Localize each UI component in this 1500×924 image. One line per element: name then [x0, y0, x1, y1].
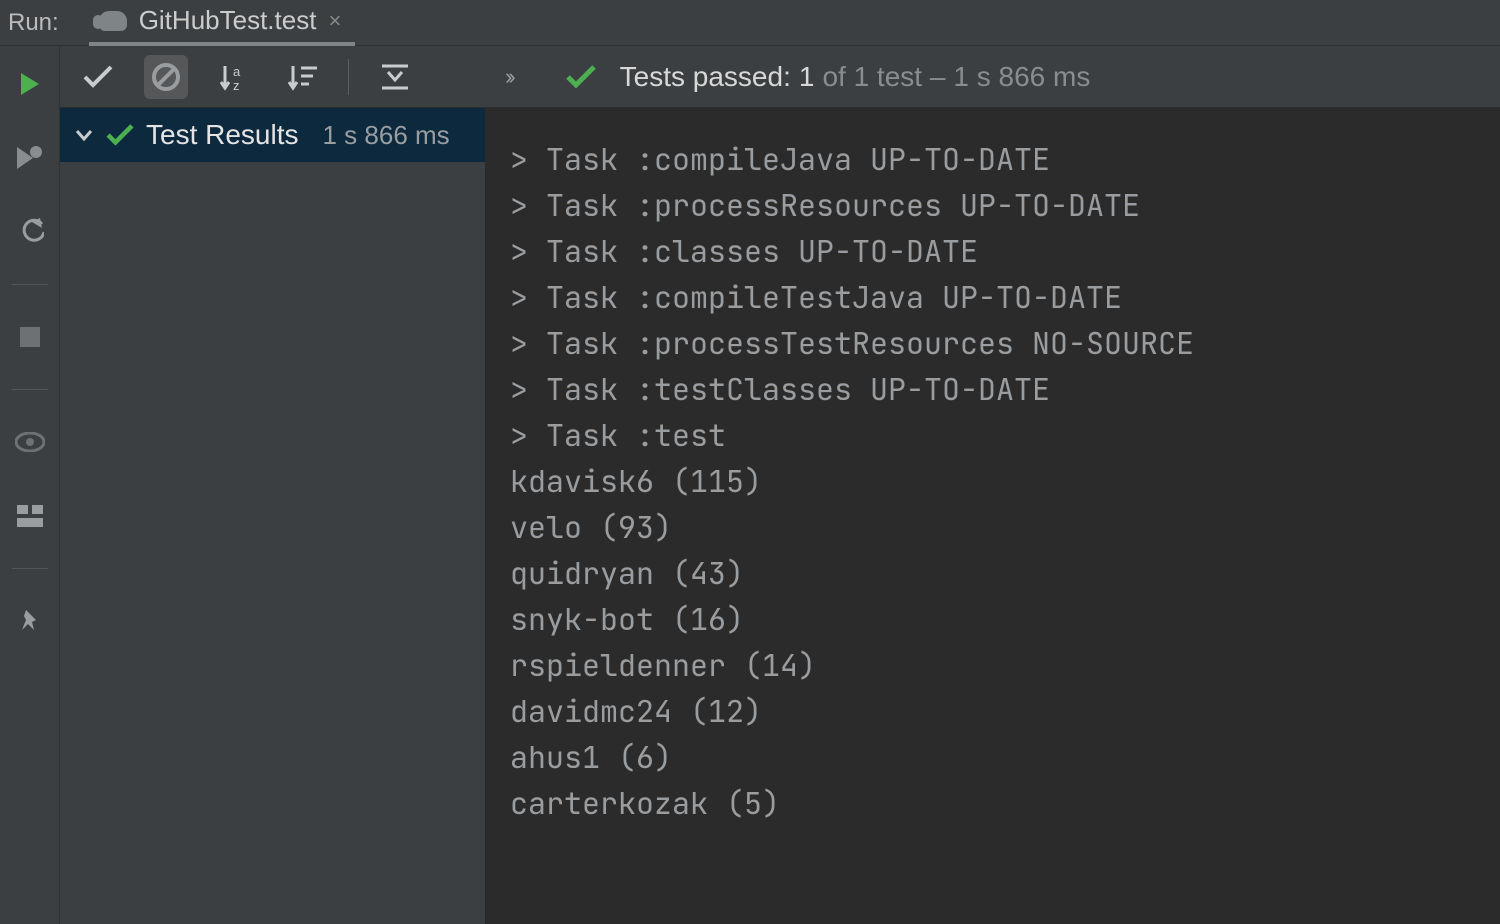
gutter-divider — [12, 568, 48, 569]
status-mid: of 1 test – — [822, 61, 945, 93]
run-label: Run: — [8, 9, 59, 37]
layout-button[interactable] — [8, 494, 52, 538]
test-status: Tests passed: 1 of 1 test – 1 s 866 ms — [620, 61, 1091, 93]
run-tab[interactable]: GitHubTest.test × — [89, 0, 356, 46]
sort-alphabetically-button[interactable]: az — [212, 55, 256, 99]
console-output[interactable]: > Task :compileJava UP-TO-DATE > Task :p… — [486, 108, 1500, 924]
gutter-divider — [12, 389, 48, 390]
left-gutter — [0, 46, 60, 924]
close-tab-icon[interactable]: × — [328, 8, 341, 34]
toolbar-divider — [348, 59, 349, 95]
chevron-down-icon — [74, 125, 94, 145]
status-passed-count: 1 — [799, 61, 815, 93]
stop-button[interactable] — [8, 315, 52, 359]
tree-root-time: 1 s 866 ms — [323, 120, 450, 151]
svg-text:z: z — [233, 78, 240, 92]
expand-all-button[interactable] — [373, 55, 417, 99]
check-icon — [566, 65, 596, 89]
gradle-icon — [99, 11, 127, 31]
tree-root-row[interactable]: Test Results 1 s 866 ms — [60, 108, 485, 162]
show-ignored-button[interactable] — [144, 55, 188, 99]
show-passed-button[interactable] — [76, 55, 120, 99]
check-icon — [106, 124, 134, 146]
more-icon[interactable]: ›› — [505, 64, 512, 90]
test-tree[interactable]: Test Results 1 s 866 ms — [60, 108, 486, 924]
settings-button[interactable] — [8, 210, 52, 254]
watch-button[interactable] — [8, 420, 52, 464]
run-tool-window-header: Run: GitHubTest.test × — [0, 0, 1500, 46]
pin-button[interactable] — [8, 599, 52, 643]
rerun-failed-button[interactable] — [8, 136, 52, 180]
test-toolbar: az ›› Tests passed: 1 of 1 test – 1 s 86… — [60, 46, 1500, 108]
tab-title: GitHubTest.test — [139, 5, 317, 36]
rerun-button[interactable] — [8, 62, 52, 106]
status-prefix: Tests passed: — [620, 61, 791, 93]
status-time: 1 s 866 ms — [953, 61, 1090, 93]
tree-root-label: Test Results — [146, 119, 299, 151]
sort-by-duration-button[interactable] — [280, 55, 324, 99]
gutter-divider — [12, 284, 48, 285]
svg-text:a: a — [233, 64, 241, 79]
